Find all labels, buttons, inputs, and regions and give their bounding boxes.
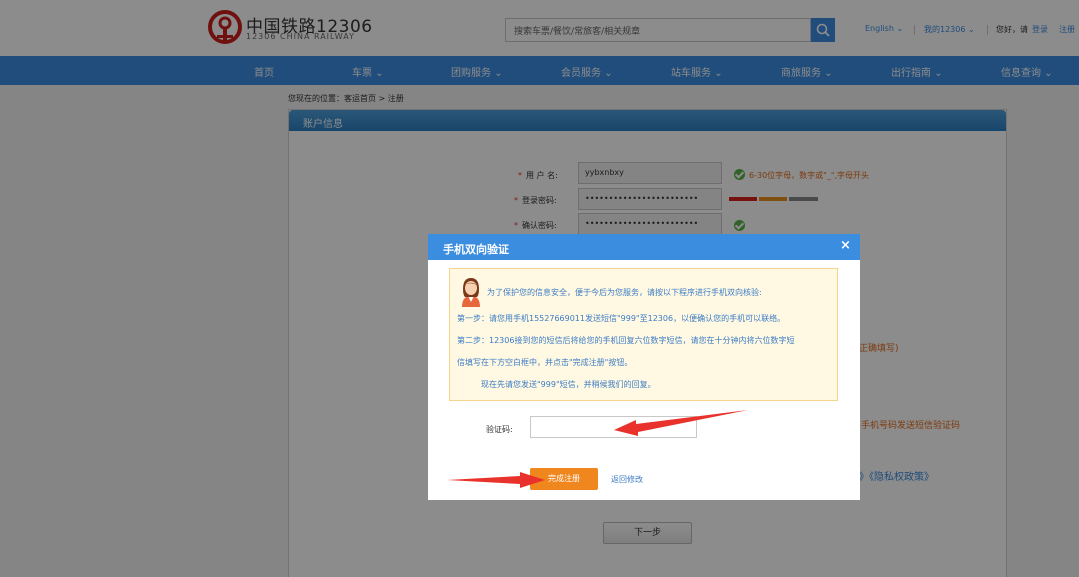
complete-registration-button[interactable]: 完成注册: [530, 468, 598, 490]
dialog-header: 手机双向验证 ×: [428, 234, 860, 260]
notice-step-2-line-1: 第二步：12306接到您的短信后将给您的手机回复六位数字短信，请您在十分钟内将六…: [457, 336, 795, 345]
phone-verification-dialog: 手机双向验证 × 为了保护您的信息安全，便于今后为您服务，请按以下程序进行手机双…: [428, 234, 860, 500]
verification-code-input[interactable]: [530, 416, 697, 438]
verification-notice: 为了保护您的信息安全，便于今后为您服务，请按以下程序进行手机双向核验: 第一步：…: [449, 268, 838, 401]
close-icon[interactable]: ×: [840, 238, 851, 253]
dialog-title: 手机双向验证: [443, 243, 509, 256]
notice-step-2-line-2: 信填写在下方空白框中，并点击"完成注册"按钮。: [457, 358, 633, 367]
back-to-edit-link[interactable]: 返回修改: [611, 474, 643, 485]
notice-step-1: 第一步：请您用手机15527669011发送短信"999"至12306，以便确认…: [457, 314, 786, 323]
notice-intro: 为了保护您的信息安全，便于今后为您服务，请按以下程序进行手机双向核验:: [487, 288, 762, 297]
avatar-icon: [462, 278, 480, 307]
verification-code-label: 验证码:: [486, 425, 513, 434]
notice-send-now: 现在先请您发送"999"短信，并稍候我们的回复。: [481, 380, 656, 389]
